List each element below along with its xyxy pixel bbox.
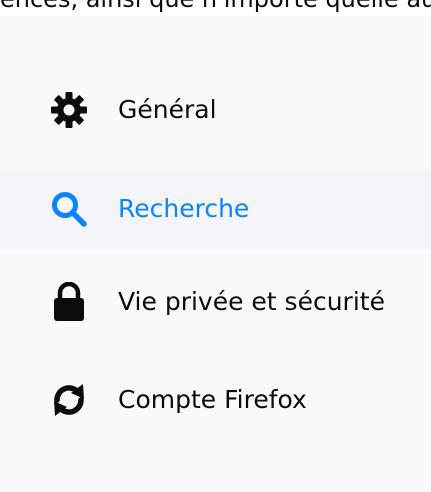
- sync-icon: [48, 379, 90, 421]
- preferences-sidebar: Général Recherche Vie privée et sécurité: [0, 16, 431, 492]
- sidebar-item-label: Compte Firefox: [118, 385, 307, 414]
- cut-off-header-text-strip: ences, ainsi que n'importe quelle autre: [0, 0, 431, 16]
- sidebar-item-label: Vie privée et sécurité: [118, 287, 385, 316]
- search-icon: [48, 188, 90, 230]
- sidebar-item-privacy[interactable]: Vie privée et sécurité: [0, 262, 431, 342]
- sidebar-item-firefox-account[interactable]: Compte Firefox: [0, 360, 431, 440]
- cut-off-header-text: ences, ainsi que n'importe quelle autre: [0, 0, 431, 13]
- lock-icon: [48, 281, 90, 323]
- gear-icon: [48, 89, 90, 131]
- sidebar-item-search[interactable]: Recherche: [0, 169, 431, 249]
- sidebar-item-general[interactable]: Général: [0, 70, 431, 150]
- sidebar-item-label: Général: [118, 95, 217, 124]
- sidebar-item-label: Recherche: [118, 194, 250, 223]
